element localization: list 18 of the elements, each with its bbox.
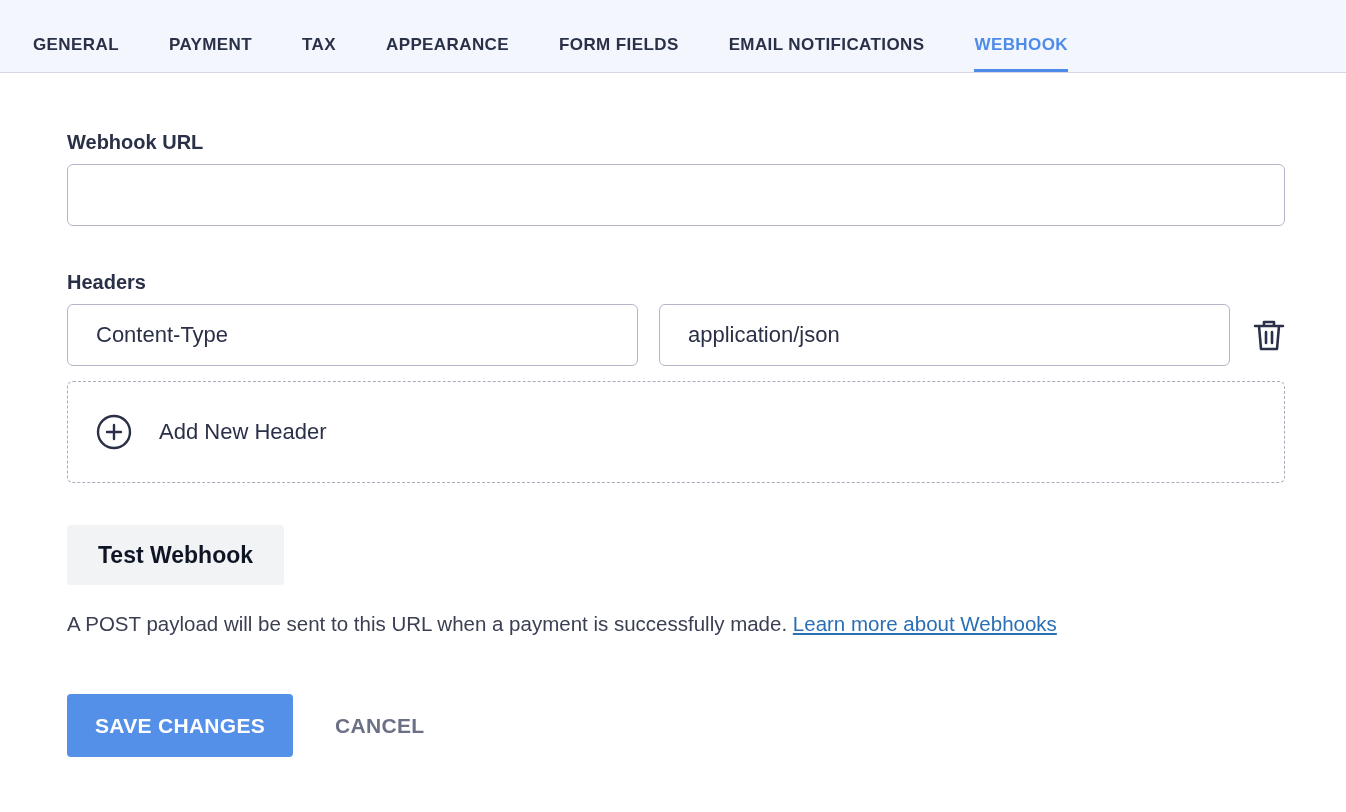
tab[interactable]: FORM FIELDS (559, 35, 679, 72)
webhook-url-field[interactable] (67, 164, 1285, 226)
field-label: Headers (67, 271, 146, 294)
tab[interactable]: TAX (302, 35, 336, 72)
tab[interactable]: APPEARANCE (385, 35, 509, 72)
header-name-field[interactable]: Content-Type (67, 304, 638, 366)
tab[interactable]: GENERAL (33, 35, 119, 72)
tab[interactable]: EMAIL NOTIFICATIONS (728, 35, 925, 72)
test-webhook-button[interactable]: Test Webhook (67, 525, 285, 585)
cancel-button[interactable]: CANCEL (307, 694, 453, 757)
tab[interactable]: PAYMENT (168, 35, 252, 72)
header-value-field[interactable]: application/json (659, 304, 1230, 366)
help-text: A POST payload will be sent to this URL when a payment is successfully made. Learn more about Webhooks (67, 612, 1057, 636)
plus-circle-icon (96, 414, 132, 450)
learn-more-link[interactable]: Learn more about Webhooks (792, 612, 1057, 635)
add-header-button[interactable]: Add New Header (67, 381, 1285, 483)
delete-icon[interactable] (1253, 318, 1285, 352)
field-label: Webhook URL (67, 131, 204, 154)
